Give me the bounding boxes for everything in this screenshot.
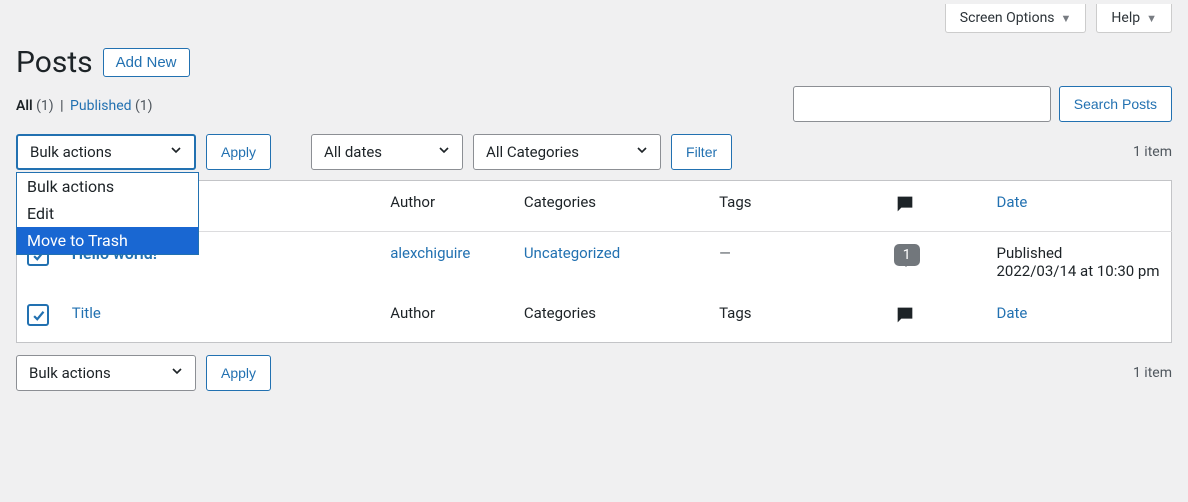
column-title-footer[interactable]: Title bbox=[62, 292, 381, 343]
post-author-link[interactable]: alexchiguire bbox=[390, 244, 470, 262]
column-date-footer[interactable]: Date bbox=[987, 292, 1172, 343]
help-tab[interactable]: Help ▼ bbox=[1096, 4, 1172, 33]
chevron-down-icon bbox=[168, 142, 184, 162]
bulk-option-edit[interactable]: Edit bbox=[17, 200, 198, 227]
bulk-actions-value-bottom: Bulk actions bbox=[29, 364, 111, 382]
column-date[interactable]: Date bbox=[987, 181, 1172, 232]
chevron-down-icon bbox=[169, 363, 185, 383]
filter-published-count: (1) bbox=[135, 98, 153, 114]
item-count-bottom: 1 item bbox=[1133, 365, 1172, 381]
bulk-actions-select-bottom[interactable]: Bulk actions bbox=[16, 355, 196, 391]
search-posts-button[interactable]: Search Posts bbox=[1059, 86, 1172, 122]
bulk-option-bulk-actions[interactable]: Bulk actions bbox=[17, 173, 198, 200]
comment-icon bbox=[894, 193, 916, 219]
bulk-actions-select[interactable]: Bulk actions Bulk actions Edit Move to T… bbox=[16, 134, 196, 170]
comment-icon bbox=[894, 304, 916, 330]
column-author: Author bbox=[380, 181, 514, 232]
column-categories: Categories bbox=[514, 181, 709, 232]
screen-options-tab[interactable]: Screen Options ▼ bbox=[945, 4, 1087, 33]
date-filter-value: All dates bbox=[324, 143, 382, 161]
table-footer-row: Title Author Categories Tags Date bbox=[17, 292, 1172, 343]
caret-down-icon: ▼ bbox=[1061, 12, 1072, 25]
column-comments[interactable] bbox=[884, 181, 987, 232]
select-all-checkbox-footer[interactable] bbox=[27, 304, 49, 326]
apply-button-top[interactable]: Apply bbox=[206, 134, 271, 170]
item-count-top: 1 item bbox=[1133, 144, 1172, 160]
post-date-status: Published bbox=[997, 244, 1162, 262]
post-category-link[interactable]: Uncategorized bbox=[524, 244, 620, 262]
column-comments-footer[interactable] bbox=[884, 292, 987, 343]
category-filter-value: All Categories bbox=[486, 143, 579, 161]
column-categories-footer: Categories bbox=[514, 292, 709, 343]
page-title: Posts bbox=[16, 45, 93, 80]
column-author-footer: Author bbox=[380, 292, 514, 343]
comment-count-badge[interactable]: 1 bbox=[894, 244, 920, 266]
screen-options-label: Screen Options bbox=[960, 10, 1055, 26]
column-tags: Tags bbox=[709, 181, 884, 232]
bulk-option-trash[interactable]: Move to Trash bbox=[17, 227, 198, 254]
apply-button-bottom[interactable]: Apply bbox=[206, 355, 271, 391]
add-new-button[interactable]: Add New bbox=[103, 48, 190, 77]
caret-down-icon: ▼ bbox=[1146, 12, 1157, 25]
date-filter-select[interactable]: All dates bbox=[311, 134, 463, 170]
filter-all-count: (1) bbox=[36, 98, 54, 114]
chevron-down-icon bbox=[634, 142, 650, 162]
bulk-actions-value: Bulk actions bbox=[30, 143, 112, 161]
filter-button[interactable]: Filter bbox=[671, 134, 732, 170]
chevron-down-icon bbox=[436, 142, 452, 162]
help-label: Help bbox=[1111, 10, 1140, 26]
column-tags-footer: Tags bbox=[709, 292, 884, 343]
category-filter-select[interactable]: All Categories bbox=[473, 134, 661, 170]
post-date-value: 2022/03/14 at 10:30 pm bbox=[997, 262, 1160, 280]
separator: | bbox=[60, 98, 63, 114]
search-input[interactable] bbox=[793, 86, 1051, 122]
bulk-actions-dropdown: Bulk actions Edit Move to Trash bbox=[16, 172, 199, 255]
filter-all-link[interactable]: All bbox=[16, 98, 36, 114]
post-tags: — bbox=[719, 244, 731, 262]
filter-published-link[interactable]: Published bbox=[70, 98, 135, 114]
